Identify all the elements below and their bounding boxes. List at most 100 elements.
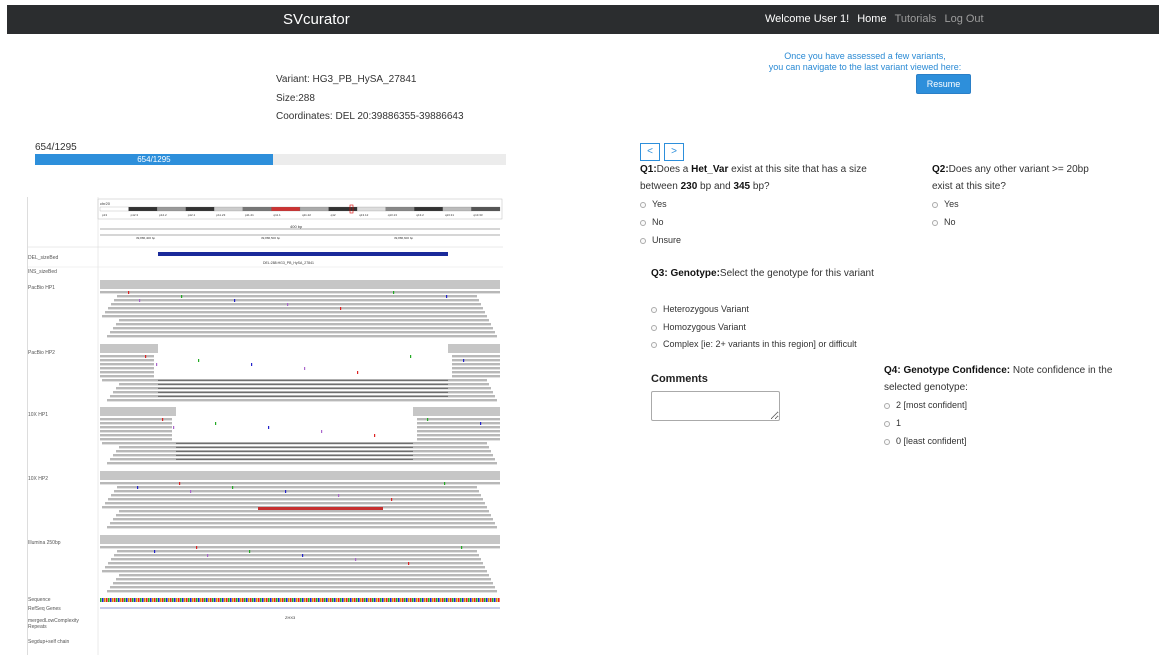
- sequence-base: [238, 598, 240, 602]
- radio-icon[interactable]: [640, 201, 646, 208]
- read-block: [452, 375, 500, 378]
- next-variant-button[interactable]: >: [664, 143, 684, 161]
- sequence-base: [382, 598, 384, 602]
- q4-option-0[interactable]: 0 [least confident]: [884, 436, 967, 446]
- resume-message-line1: Once you have assessed a few variants,: [784, 51, 946, 61]
- sequence-base: [344, 598, 346, 602]
- ideogram-band-label: q12: [331, 213, 336, 217]
- mismatch-mark: [304, 367, 306, 370]
- read-block: [107, 590, 497, 593]
- q1-prefix: Q1:: [640, 164, 657, 175]
- nav-home-link[interactable]: Home: [857, 13, 886, 25]
- sequence-base: [296, 598, 298, 602]
- previous-variant-button[interactable]: <: [640, 143, 660, 161]
- sequence-base: [310, 598, 312, 602]
- sequence-base: [248, 598, 250, 602]
- welcome-text: Welcome User 1!: [765, 13, 850, 25]
- radio-icon[interactable]: [884, 420, 890, 427]
- radio-icon[interactable]: [651, 324, 657, 331]
- sequence-base: [110, 598, 112, 602]
- q2-option-yes[interactable]: Yes: [932, 199, 959, 209]
- q4-option-2[interactable]: 2 [most confident]: [884, 400, 967, 410]
- ideogram-band: [271, 206, 301, 212]
- sequence-base: [340, 598, 342, 602]
- read-block: [452, 355, 500, 358]
- sequence-base: [426, 598, 428, 602]
- read-block: [100, 367, 154, 370]
- read-block: [417, 430, 500, 433]
- read-block: [417, 434, 500, 437]
- sequence-base: [234, 598, 236, 602]
- radio-icon[interactable]: [884, 438, 890, 445]
- radio-icon[interactable]: [932, 201, 938, 208]
- q3-prefix: Q3: Genotype:: [651, 268, 720, 279]
- mismatch-mark: [190, 490, 192, 493]
- sequence-base: [114, 598, 116, 602]
- radio-icon[interactable]: [884, 402, 890, 409]
- q1-option-yes[interactable]: Yes: [640, 199, 667, 209]
- sequence-base: [226, 598, 228, 602]
- q4-option-1[interactable]: 1: [884, 418, 901, 428]
- nav-tutorials-link[interactable]: Tutorials: [895, 13, 937, 25]
- sequence-base: [424, 598, 426, 602]
- q1-option-unsure[interactable]: Unsure: [640, 235, 681, 245]
- sequence-base: [166, 598, 168, 602]
- sequence-base: [314, 598, 316, 602]
- sequence-base: [308, 598, 310, 602]
- resume-button[interactable]: Resume: [916, 74, 971, 94]
- q4-option-label: 1: [896, 418, 902, 428]
- mismatch-mark: [461, 546, 463, 549]
- comments-textarea[interactable]: [651, 391, 780, 421]
- track-label-refseq: RefSeq Genes: [28, 606, 61, 612]
- track-label-ins: INS_sizeBed: [28, 269, 57, 275]
- read-block: [417, 418, 500, 421]
- read-block: [452, 359, 500, 362]
- q3-option-hom[interactable]: Homozygous Variant: [651, 322, 746, 332]
- read-block: [117, 295, 477, 298]
- sequence-base: [158, 598, 160, 602]
- ideogram-band-label: p13: [102, 213, 107, 217]
- sequence-base: [444, 598, 446, 602]
- radio-icon[interactable]: [640, 237, 646, 244]
- mismatch-mark: [357, 371, 359, 374]
- read-block: [110, 522, 495, 525]
- sequence-base: [454, 598, 456, 602]
- q1-text-d: bp?: [750, 181, 770, 192]
- sequence-base: [370, 598, 372, 602]
- sequence-base: [108, 598, 110, 602]
- mismatch-mark: [173, 426, 175, 429]
- sequence-base: [406, 598, 408, 602]
- ideogram-band: [242, 206, 272, 212]
- coverage-gap: [176, 407, 413, 416]
- q1-option-no[interactable]: No: [640, 217, 664, 227]
- sequence-base: [154, 598, 156, 602]
- radio-icon[interactable]: [640, 219, 646, 226]
- app-brand[interactable]: SVcurator: [283, 11, 350, 28]
- mismatch-mark: [207, 554, 209, 557]
- sequence-base: [242, 598, 244, 602]
- sequence-base: [416, 598, 418, 602]
- radio-icon[interactable]: [651, 306, 657, 313]
- q2-option-no[interactable]: No: [932, 217, 956, 227]
- sequence-base: [312, 598, 314, 602]
- nav-logout-link[interactable]: Log Out: [944, 13, 983, 25]
- sequence-base: [246, 598, 248, 602]
- ideogram-band-label: q11.22: [302, 213, 311, 217]
- read-block: [100, 438, 172, 441]
- read-block: [107, 335, 497, 338]
- radio-icon[interactable]: [932, 219, 938, 226]
- mismatch-mark: [355, 558, 357, 561]
- ideogram-band-label: p12.2: [159, 213, 167, 217]
- sequence-base: [144, 598, 146, 602]
- track-label-pacbio-hp1: PacBio HP1: [28, 285, 55, 291]
- sequence-base: [420, 598, 422, 602]
- mismatch-mark: [137, 486, 139, 489]
- q3-option-complex[interactable]: Complex [ie: 2+ variants in this region]…: [651, 339, 857, 349]
- q3-option-het[interactable]: Heterozygous Variant: [651, 304, 749, 314]
- radio-icon[interactable]: [651, 341, 657, 348]
- sequence-base: [196, 598, 198, 602]
- mismatch-mark: [480, 422, 482, 425]
- ideogram-band-label: q13.33: [473, 213, 483, 217]
- q3-text: Select the genotype for this variant: [719, 268, 874, 279]
- sequence-base: [468, 598, 470, 602]
